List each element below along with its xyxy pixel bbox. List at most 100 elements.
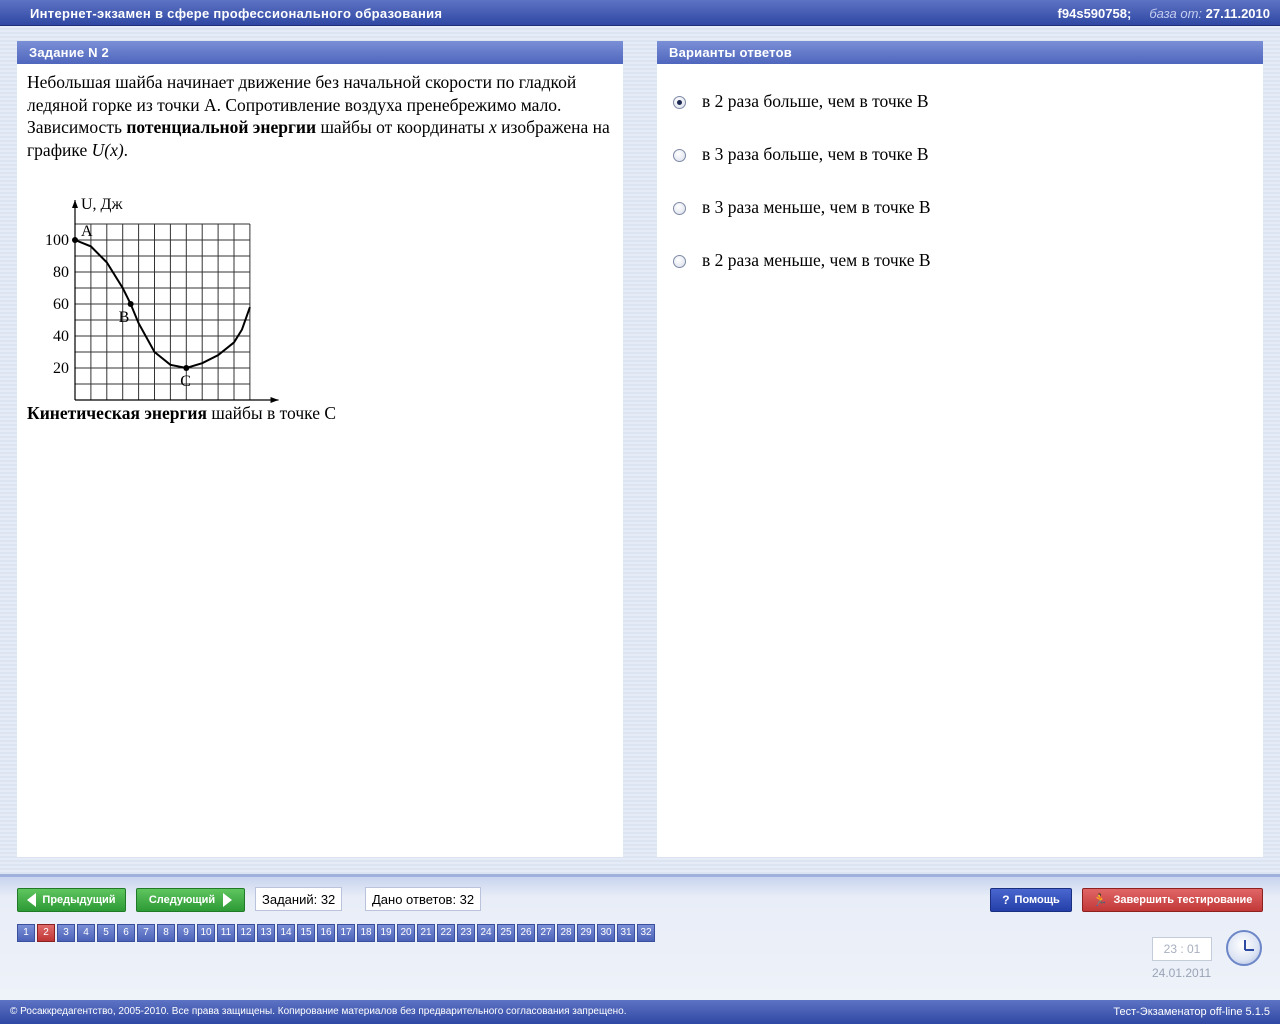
- point-label-A: A: [81, 223, 93, 240]
- task-text-part: шайбы от координаты: [316, 117, 490, 137]
- question-number-25[interactable]: 25: [497, 924, 515, 942]
- question-number-26[interactable]: 26: [517, 924, 535, 942]
- task-text: Небольшая шайба начинает движение без на…: [27, 71, 617, 161]
- question-number-17[interactable]: 17: [337, 924, 355, 942]
- prev-button-label: Предыдущий: [42, 894, 116, 906]
- y-tick-label: 20: [53, 360, 69, 377]
- y-tick-label: 40: [53, 328, 69, 345]
- answers-count: Дано ответов: 32: [365, 887, 482, 911]
- db-date: 27.11.2010: [1205, 6, 1270, 21]
- potential-energy-graph: 100806040200246810U, Джx, м ABC: [45, 196, 279, 403]
- app-title: Интернет-экзамен в сфере профессионально…: [30, 6, 443, 21]
- timer-display: 23 : 01: [1152, 937, 1212, 961]
- point-A: [72, 237, 78, 243]
- task-text-part: .: [123, 139, 129, 160]
- help-icon: ?: [1002, 893, 1010, 907]
- answer-list: в 2 раза больше, чем в точке В в 3 раза …: [673, 91, 931, 303]
- point-B: [127, 301, 134, 307]
- title-bar: Интернет-экзамен в сфере профессионально…: [0, 0, 1280, 26]
- question-number-9[interactable]: 9: [177, 924, 195, 942]
- question-number-11[interactable]: 11: [217, 924, 235, 942]
- footer: © Росаккредагентство, 2005-2010. Все пра…: [0, 1000, 1280, 1024]
- question-rest: шайбы в точке С: [206, 403, 337, 423]
- question-number-15[interactable]: 15: [297, 924, 315, 942]
- answer-option[interactable]: в 2 раза меньше, чем в точке В: [673, 250, 931, 303]
- question-number-6[interactable]: 6: [117, 924, 135, 942]
- answer-label[interactable]: в 3 раза больше, чем в точке В: [702, 144, 929, 165]
- answer-option[interactable]: в 2 раза больше, чем в точке В: [673, 91, 931, 144]
- point-C: [183, 365, 190, 371]
- question-number-12[interactable]: 12: [237, 924, 255, 942]
- arrow-left-icon: [27, 893, 37, 907]
- question-number-3[interactable]: 3: [57, 924, 75, 942]
- y-axis-arrow: [72, 200, 78, 208]
- point-label-C: C: [180, 373, 191, 390]
- tasks-count: Заданий: 32: [255, 887, 343, 911]
- db-label: база от:: [1149, 6, 1203, 21]
- finish-button-label: Завершить тестирование: [1113, 894, 1253, 906]
- session-code: f94s590758;: [1057, 6, 1132, 21]
- answer-label[interactable]: в 2 раза больше, чем в точке В: [702, 91, 929, 112]
- radio-button[interactable]: [673, 149, 686, 162]
- question-number-27[interactable]: 27: [537, 924, 555, 942]
- question-number-7[interactable]: 7: [137, 924, 155, 942]
- answers-header: Варианты ответов: [657, 41, 1263, 64]
- question-number-18[interactable]: 18: [357, 924, 375, 942]
- question-number-5[interactable]: 5: [97, 924, 115, 942]
- point-label-B: B: [119, 309, 130, 326]
- question-number-21[interactable]: 21: [417, 924, 435, 942]
- question-number-2[interactable]: 2: [37, 924, 55, 942]
- question-number-28[interactable]: 28: [557, 924, 575, 942]
- question-number-1[interactable]: 1: [17, 924, 35, 942]
- clock-icon: [1226, 930, 1262, 966]
- running-man-icon: 🏃: [1092, 893, 1108, 907]
- radio-button[interactable]: [673, 96, 686, 109]
- question-number-13[interactable]: 13: [257, 924, 275, 942]
- question-number-23[interactable]: 23: [457, 924, 475, 942]
- y-tick-label: 100: [45, 232, 69, 249]
- radio-button[interactable]: [673, 255, 686, 268]
- math-function: U(x): [91, 139, 124, 160]
- y-tick-label: 60: [53, 296, 69, 313]
- question-number-19[interactable]: 19: [377, 924, 395, 942]
- task-text-bold: потенциальной энергии: [126, 117, 317, 137]
- session-info: f94s590758; база от: 27.11.2010: [1058, 6, 1270, 21]
- question-number-8[interactable]: 8: [157, 924, 175, 942]
- version: Тест-Экзаменатор off-line 5.1.5: [1113, 1006, 1270, 1018]
- question-navigator: 1 2 3 4 5 6 7 8 9 10 11 12 13 14 15 16 17 18 19 20 21 22 23 24 2…: [17, 924, 657, 942]
- prev-button[interactable]: Предыдущий: [17, 888, 126, 912]
- help-button[interactable]: ? Помощь: [990, 888, 1072, 912]
- answer-option[interactable]: в 3 раза больше, чем в точке В: [673, 144, 931, 197]
- arrow-right-icon: [223, 893, 233, 907]
- help-button-label: Помощь: [1014, 894, 1060, 906]
- radio-button[interactable]: [673, 202, 686, 215]
- question-bold: Кинетическая энергия: [27, 403, 207, 423]
- question-number-29[interactable]: 29: [577, 924, 595, 942]
- y-axis-label: U, Дж: [81, 196, 123, 213]
- copyright: © Росаккредагентство, 2005-2010. Все пра…: [10, 1006, 627, 1017]
- graph-grid: [74, 223, 251, 400]
- task-panel: Задание N 2 Небольшая шайба начинает дви…: [17, 41, 623, 857]
- answer-label[interactable]: в 2 раза меньше, чем в точке В: [702, 250, 931, 271]
- math-variable: x: [489, 117, 497, 137]
- next-button[interactable]: Следующий: [136, 888, 245, 912]
- answer-option[interactable]: в 3 раза меньше, чем в точке В: [673, 197, 931, 250]
- question-number-14[interactable]: 14: [277, 924, 295, 942]
- question-number-31[interactable]: 31: [617, 924, 635, 942]
- task-header: Задание N 2: [17, 41, 623, 64]
- current-date: 24.01.2011: [1152, 966, 1212, 980]
- answers-panel: Варианты ответов в 2 раза больше, чем в …: [657, 41, 1263, 857]
- question-number-22[interactable]: 22: [437, 924, 455, 942]
- question-number-20[interactable]: 20: [397, 924, 415, 942]
- finish-button[interactable]: 🏃 Завершить тестирование: [1082, 888, 1263, 912]
- question-number-16[interactable]: 16: [317, 924, 335, 942]
- question-number-4[interactable]: 4: [77, 924, 95, 942]
- y-tick-label: 80: [53, 264, 69, 281]
- question-number-32[interactable]: 32: [637, 924, 655, 942]
- question-number-30[interactable]: 30: [597, 924, 615, 942]
- answer-label[interactable]: в 3 раза меньше, чем в точке В: [702, 197, 931, 218]
- question-number-10[interactable]: 10: [197, 924, 215, 942]
- question-text: Кинетическая энергия шайбы в точке С: [27, 403, 336, 424]
- question-number-24[interactable]: 24: [477, 924, 495, 942]
- next-button-label: Следующий: [148, 894, 216, 906]
